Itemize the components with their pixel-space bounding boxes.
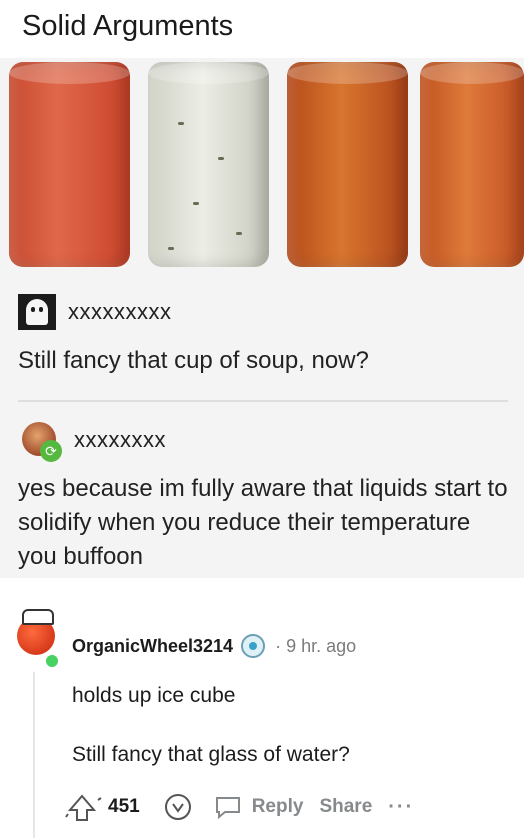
thread-line[interactable] (33, 672, 35, 838)
comment-timestamp: · 9 hr. ago (275, 635, 357, 656)
tumblr-divider (18, 400, 508, 402)
comment-line-2: Still fancy that glass of water? (72, 743, 350, 766)
ghost-avatar (18, 294, 56, 330)
comment-actions: 451 Reply Share ··· (64, 790, 430, 824)
cream-roll (148, 62, 269, 267)
op-handle: xxxxxxxxx (68, 299, 172, 324)
downvote-icon (164, 794, 191, 820)
reply-user-row: ⟳ xxxxxxxx (18, 420, 166, 462)
post-image[interactable]: xxxxxxxxx Still fancy that cup of soup, … (0, 58, 524, 578)
reply-label: Reply (251, 796, 304, 817)
upvote-button[interactable]: 451 (64, 790, 148, 824)
op-text: Still fancy that cup of soup, now? (18, 347, 369, 374)
reply-button[interactable]: Reply (214, 794, 304, 820)
comment-bubble-icon (215, 797, 240, 820)
op-user-row: xxxxxxxxx (18, 294, 172, 330)
soup-rolls-photo (0, 62, 524, 274)
reply-text: yes because im fully aware that liquids … (18, 475, 508, 570)
upvote-icon (65, 794, 102, 821)
orange-roll (420, 62, 524, 267)
online-indicator (44, 653, 60, 669)
comment-header: OrganicWheel3214 · 9 hr. ago (72, 634, 356, 658)
vote-score: 451 (108, 796, 140, 817)
sailor-hat-icon (22, 609, 54, 625)
tomato-roll (9, 62, 130, 267)
reply-avatar: ⟳ (18, 420, 62, 462)
share-button[interactable]: Share (319, 796, 372, 818)
downvote-button[interactable] (164, 793, 192, 821)
share-label: Share (319, 796, 373, 817)
comment-username[interactable]: OrganicWheel3214 (72, 636, 233, 657)
post-title[interactable]: Solid Arguments (22, 10, 233, 43)
comment-line-1: holds up ice cube (72, 684, 236, 707)
more-options-button[interactable]: ··· (388, 796, 414, 819)
chunky-roll (287, 62, 408, 267)
more-options-icon: ··· (388, 795, 415, 818)
reply-handle: xxxxxxxx (74, 427, 166, 452)
achievement-icon (241, 634, 266, 658)
commenter-avatar[interactable] (10, 605, 60, 669)
reblog-icon: ⟳ (40, 440, 62, 462)
ghost-icon (26, 299, 48, 325)
